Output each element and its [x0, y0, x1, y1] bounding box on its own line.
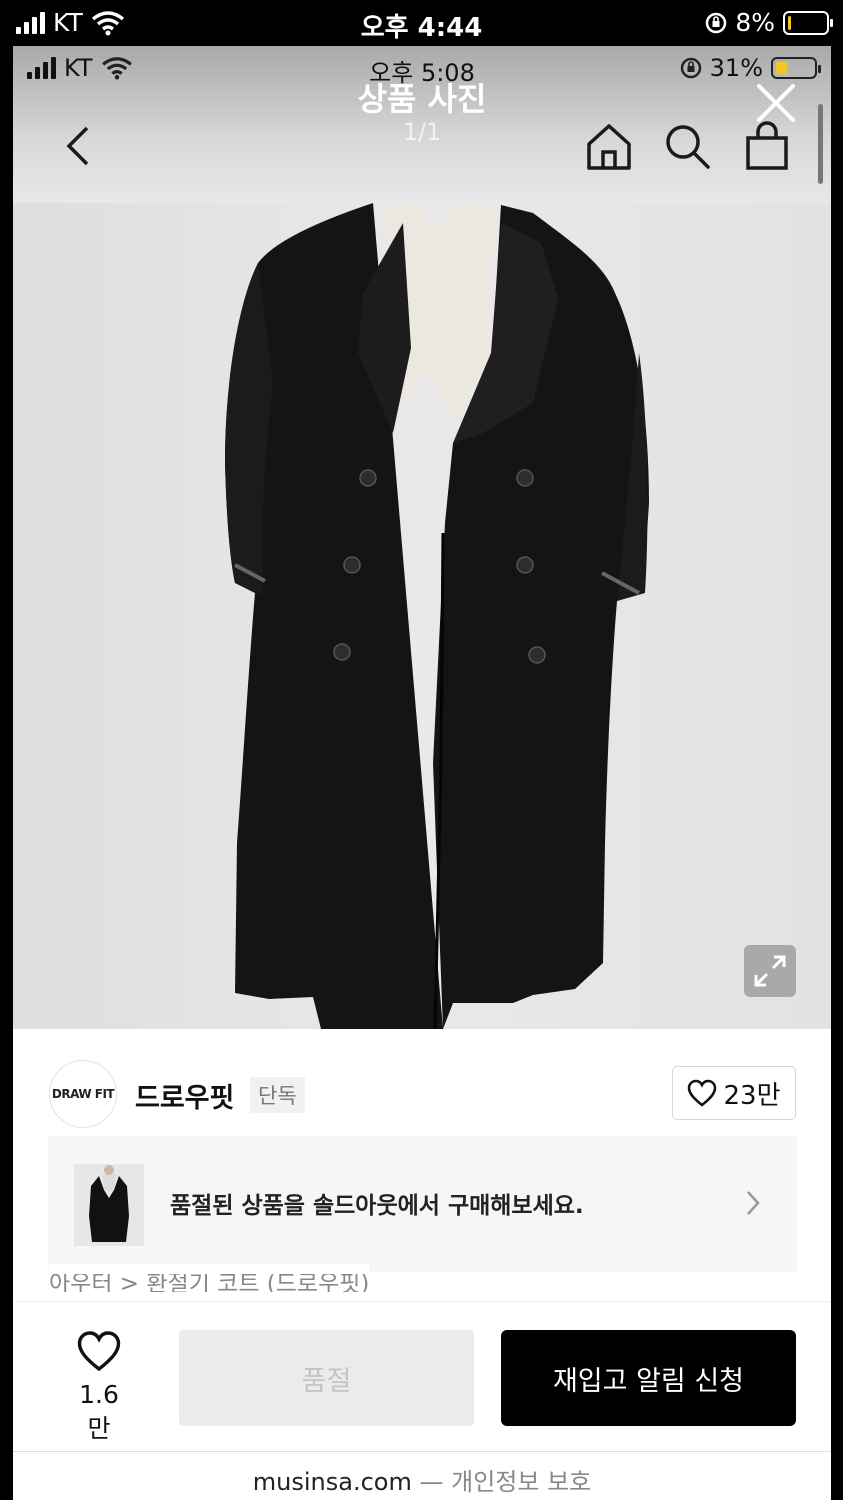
app-screen: KT 오후 5:08 31% 상품 사진 1/1 DRAW FIT 드로우핏 단…	[13, 46, 831, 1500]
brand-like-count: 23만	[723, 1080, 781, 1111]
restock-alert-button[interactable]: 재입고 알림 신청	[501, 1330, 796, 1426]
battery-fill	[776, 62, 788, 74]
brand-like-button[interactable]: 23만	[672, 1066, 796, 1120]
purchase-bar: 1.6만 품절 재입고 알림 신청	[13, 1301, 831, 1451]
wishlist-count: 1.6만	[79, 1380, 119, 1443]
scrollbar[interactable]	[818, 104, 823, 184]
soldout-promo-banner[interactable]: 품절된 상품을 솔드아웃에서 구매해보세요.	[48, 1136, 797, 1272]
outer-status-bar: KT 오후 4:44 8%	[0, 0, 843, 46]
outer-status-right: 8%	[705, 8, 833, 37]
url-domain: musinsa.com	[252, 1468, 412, 1496]
banner-text: 품절된 상품을 솔드아웃에서 구매해보세요.	[170, 1193, 584, 1219]
wishlist-button[interactable]: 1.6만	[69, 1330, 129, 1445]
expand-button[interactable]	[744, 945, 796, 997]
heart-icon	[688, 1079, 717, 1107]
browser-url-bar[interactable]: musinsa.com — 개인정보 보호	[13, 1451, 831, 1500]
brand-logo[interactable]: DRAW FIT	[49, 1060, 117, 1128]
url-separator: —	[419, 1468, 444, 1496]
battery-icon	[783, 10, 833, 35]
breadcrumb-overlap-mask	[49, 1264, 370, 1274]
chevron-left-icon[interactable]	[59, 124, 99, 168]
banner-coat-image	[89, 1165, 129, 1242]
orientation-lock-icon	[706, 12, 727, 33]
breadcrumb-text: 아우터 > 환절기 코트 (드로우핏)	[49, 1271, 370, 1292]
exclusive-badge: 단독	[250, 1077, 305, 1113]
expand-icon	[754, 955, 786, 987]
home-icon[interactable]	[585, 122, 633, 170]
photo-viewer-header: KT 오후 5:08 31% 상품 사진 1/1	[13, 46, 831, 203]
battery-fill	[788, 15, 791, 30]
product-photo[interactable]	[13, 203, 831, 1029]
heart-icon	[77, 1331, 121, 1372]
brand-name[interactable]: 드로우핏	[135, 1076, 234, 1115]
soldout-button: 품절	[179, 1330, 474, 1426]
search-icon[interactable]	[663, 122, 711, 170]
outer-battery-label: 8%	[735, 8, 775, 37]
url-privacy-label: 개인정보 보호	[451, 1468, 592, 1496]
trench-coat-image	[225, 203, 649, 1029]
photo-viewer-title: 상품 사진	[357, 80, 487, 118]
chevron-right-icon	[747, 1191, 760, 1215]
banner-thumbnail	[74, 1164, 144, 1246]
breadcrumb[interactable]: 아우터 > 환절기 코트 (드로우핏)	[49, 1264, 370, 1292]
shopping-bag-icon[interactable]	[743, 120, 791, 170]
